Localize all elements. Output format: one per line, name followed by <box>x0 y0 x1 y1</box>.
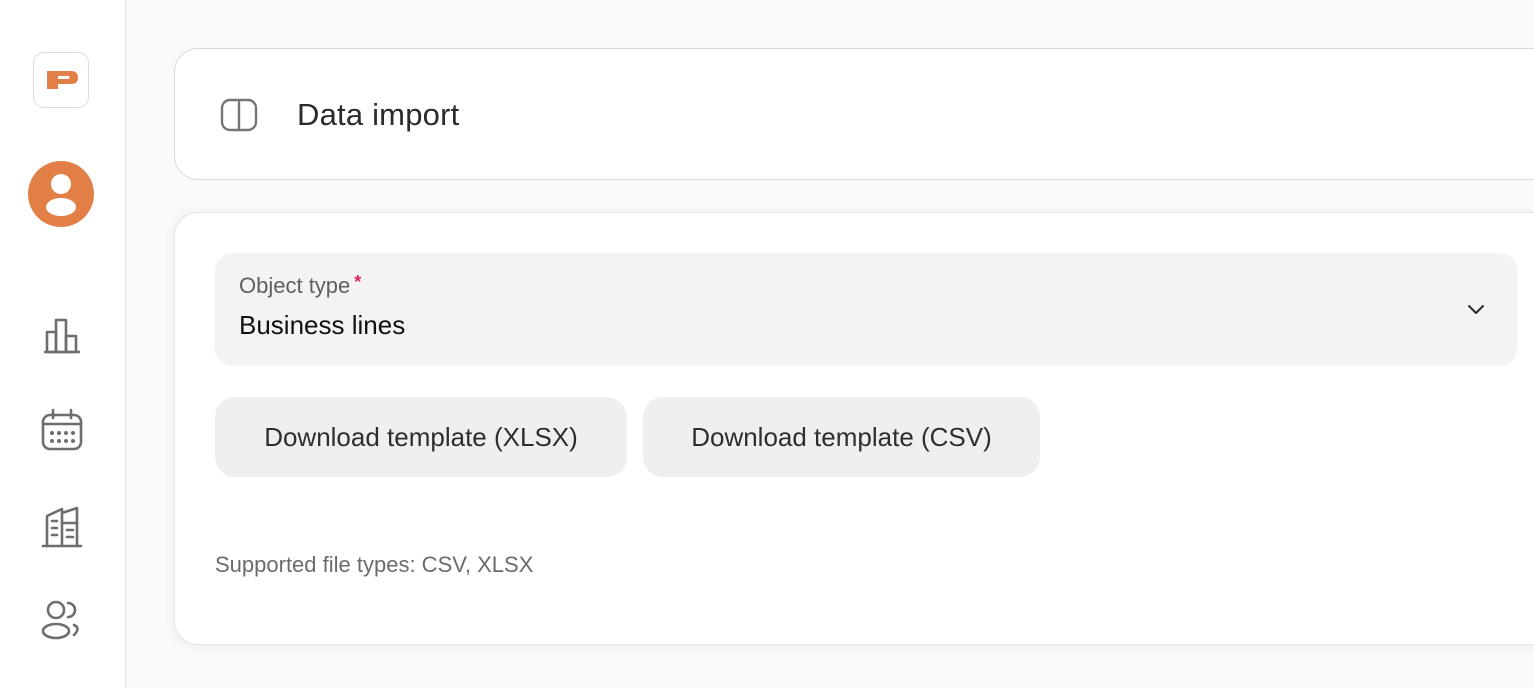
chevron-down-icon <box>1468 305 1484 314</box>
required-indicator: * <box>354 272 362 292</box>
building-icon <box>41 506 83 548</box>
app-root: Data import Object type * Business lines … <box>0 0 1534 688</box>
sidebar-panel-icon <box>220 98 258 132</box>
object-type-label: Object type * <box>239 272 362 300</box>
sidebar-toggle-button[interactable] <box>219 95 259 135</box>
supported-file-types-text: Supported file types: CSV, XLSX <box>215 552 534 577</box>
nav-item-users[interactable] <box>35 594 89 648</box>
nav-item-analytics[interactable] <box>35 307 89 361</box>
nav-item-calendar[interactable] <box>35 403 89 457</box>
download-csv-template-button[interactable]: Download template (CSV) <box>643 397 1040 477</box>
bar-chart-icon <box>44 318 80 354</box>
logo-icon <box>47 71 78 89</box>
app-logo[interactable] <box>33 52 89 108</box>
sidebar <box>0 0 126 688</box>
calendar-icon <box>41 408 83 451</box>
object-type-select[interactable]: Object type * Business lines <box>215 253 1517 365</box>
page-title: Data import <box>297 97 460 132</box>
object-type-value: Business lines <box>239 310 406 340</box>
download-xlsx-template-button[interactable]: Download template (XLSX) <box>215 397 627 477</box>
object-type-label-text: Object type <box>239 273 351 298</box>
page-header: Data import <box>174 48 1534 180</box>
user-avatar[interactable] <box>28 161 94 227</box>
users-icon <box>41 600 79 640</box>
nav-item-buildings[interactable] <box>35 499 89 553</box>
import-form-card: Object type * Business lines Download tem… <box>174 212 1534 645</box>
user-icon <box>46 174 76 216</box>
